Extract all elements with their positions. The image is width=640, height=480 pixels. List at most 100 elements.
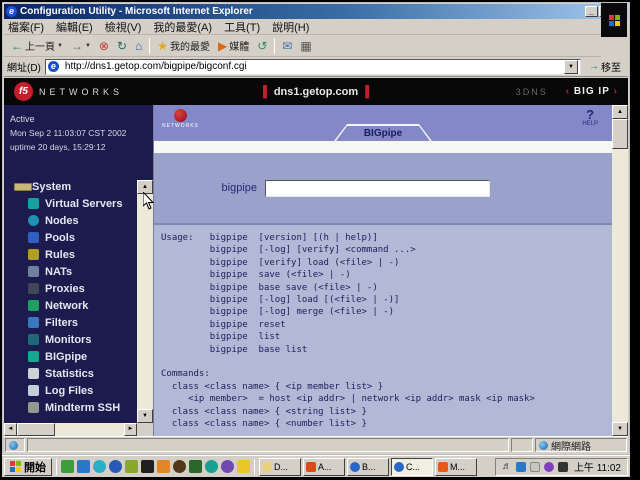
sidebar-item-virtual-servers[interactable]: Virtual Servers bbox=[4, 195, 137, 212]
start-windows-flag-icon bbox=[10, 461, 21, 472]
windows-taskbar: 開始 D... A... B... C... M... ♬ 上午 11:02 bbox=[2, 455, 630, 477]
forward-icon: → bbox=[70, 38, 83, 53]
scrollbar-thumb[interactable] bbox=[17, 423, 55, 436]
sidebar-item-monitors[interactable]: Monitors bbox=[4, 331, 137, 348]
quicklaunch-icon-8[interactable] bbox=[173, 460, 186, 473]
content-vertical-scrollbar[interactable]: ▲ ▼ bbox=[612, 105, 628, 436]
sidebar-item-label: Network bbox=[45, 299, 89, 312]
media-button[interactable]: ▶ 媒體 bbox=[214, 36, 253, 55]
page-icon: e bbox=[47, 61, 59, 72]
menu-favorites[interactable]: 我的最愛(A) bbox=[153, 19, 212, 35]
log-files-icon bbox=[28, 385, 39, 396]
minimize-button[interactable]: _ bbox=[585, 6, 598, 17]
tab-label: BIGpipe bbox=[336, 126, 430, 141]
sidebar-item-pools[interactable]: Pools bbox=[4, 229, 137, 246]
help-button[interactable]: ? HELP bbox=[582, 108, 598, 127]
tray-icon-4[interactable] bbox=[557, 461, 568, 472]
address-label: 網址(D) bbox=[7, 63, 41, 74]
url-input[interactable] bbox=[64, 61, 561, 72]
quicklaunch-icon-3[interactable] bbox=[93, 460, 106, 473]
bigpipe-command-input[interactable] bbox=[265, 179, 490, 197]
scroll-left-icon[interactable]: ◄ bbox=[4, 423, 17, 436]
task-button-3[interactable]: B... bbox=[347, 457, 389, 476]
quicklaunch-icon-10[interactable] bbox=[205, 460, 218, 473]
sidebar-item-system[interactable]: System bbox=[4, 178, 137, 195]
back-button[interactable]: ← 上一頁 ▼ bbox=[7, 36, 67, 55]
stop-button[interactable]: ⊗ bbox=[95, 38, 113, 54]
quicklaunch-icon-6[interactable] bbox=[141, 460, 154, 473]
scroll-down-icon[interactable]: ▼ bbox=[137, 409, 153, 423]
sidebar-horizontal-scrollbar[interactable]: ◄ ► bbox=[4, 423, 137, 436]
start-label: 開始 bbox=[24, 461, 46, 474]
sidebar-item-proxies[interactable]: Proxies bbox=[4, 280, 137, 297]
scrollbar-track[interactable] bbox=[137, 194, 153, 409]
taskbar-separator bbox=[254, 458, 255, 475]
screen: e Configuration Utility - Microsoft Inte… bbox=[0, 0, 640, 480]
system-status: Active Mon Sep 2 11:03:07 CST 2002 uptim… bbox=[4, 105, 137, 154]
pools-icon bbox=[28, 232, 39, 243]
forward-dropdown-icon[interactable]: ▼ bbox=[85, 43, 91, 49]
forward-button[interactable]: → ▼ bbox=[67, 38, 95, 54]
menu-edit[interactable]: 編輯(E) bbox=[56, 19, 93, 35]
task-label: D... bbox=[274, 461, 289, 472]
scroll-right-icon[interactable]: ► bbox=[124, 423, 137, 436]
usage-text: Usage: bigpipe [version] [(h | help)] bi… bbox=[161, 233, 535, 430]
task-button-4-active[interactable]: C... bbox=[391, 457, 433, 476]
nav-sidebar: Active Mon Sep 2 11:03:07 CST 2002 uptim… bbox=[4, 105, 137, 436]
url-dropdown-icon[interactable]: ▼ bbox=[564, 59, 578, 74]
task-icon bbox=[306, 461, 316, 472]
quicklaunch-icon-2[interactable] bbox=[77, 460, 90, 473]
sidebar-item-nodes[interactable]: Nodes bbox=[4, 212, 137, 229]
print-button[interactable]: ▦ bbox=[296, 38, 315, 54]
refresh-button[interactable]: ↻ bbox=[113, 38, 131, 54]
tray-icon-3[interactable] bbox=[543, 461, 554, 472]
nats-icon bbox=[28, 266, 39, 277]
sidebar-item-filters[interactable]: Filters bbox=[4, 314, 137, 331]
task-button-2[interactable]: A... bbox=[303, 457, 345, 476]
menu-view[interactable]: 檢視(V) bbox=[105, 19, 142, 35]
scrollbar-track[interactable] bbox=[55, 423, 124, 436]
home-button[interactable]: ⌂ bbox=[131, 38, 146, 54]
task-icon bbox=[350, 461, 360, 472]
quicklaunch-icon-12[interactable] bbox=[237, 460, 250, 473]
quicklaunch-icon-1[interactable] bbox=[61, 460, 74, 473]
quicklaunch-icon-5[interactable] bbox=[125, 460, 138, 473]
menu-file[interactable]: 檔案(F) bbox=[8, 19, 44, 35]
taskbar-clock[interactable]: 上午 11:02 bbox=[574, 459, 621, 474]
windows-flag-icon bbox=[608, 14, 620, 26]
menu-help[interactable]: 說明(H) bbox=[272, 19, 309, 35]
scrollbar-thumb[interactable] bbox=[612, 119, 628, 149]
scroll-down-icon[interactable]: ▼ bbox=[612, 422, 628, 436]
start-button[interactable]: 開始 bbox=[4, 457, 52, 476]
volume-icon[interactable]: ♬ bbox=[502, 461, 512, 472]
sidebar-item-bigpipe[interactable]: BIGpipe bbox=[4, 348, 137, 365]
back-dropdown-icon[interactable]: ▼ bbox=[57, 43, 63, 49]
scroll-up-icon[interactable]: ▲ bbox=[612, 105, 628, 119]
sidebar-item-log-files[interactable]: Log Files bbox=[4, 382, 137, 399]
toolbar-separator bbox=[274, 37, 276, 54]
tray-icon-1[interactable] bbox=[515, 461, 526, 472]
sidebar-item-mindterm-ssh[interactable]: Mindterm SSH bbox=[4, 399, 137, 416]
tab-bigpipe[interactable]: BIGpipe bbox=[334, 124, 432, 141]
f5-small-logo: NETWORKS bbox=[162, 109, 199, 129]
mail-button[interactable]: ✉ bbox=[278, 38, 296, 54]
sidebar-vertical-scrollbar[interactable]: ▲ ▼ bbox=[137, 105, 153, 436]
favorites-button[interactable]: ★ 我的最愛 bbox=[153, 36, 214, 55]
quicklaunch-icon-11[interactable] bbox=[221, 460, 234, 473]
task-button-1[interactable]: D... bbox=[259, 457, 301, 476]
quicklaunch-icon-4[interactable] bbox=[109, 460, 122, 473]
history-button[interactable]: ↺ bbox=[253, 38, 271, 54]
sidebar-item-nats[interactable]: NATs bbox=[4, 263, 137, 280]
tray-icon-2[interactable] bbox=[529, 461, 540, 472]
sidebar-item-network[interactable]: Network bbox=[4, 297, 137, 314]
quicklaunch-icon-7[interactable] bbox=[157, 460, 170, 473]
frameset: Active Mon Sep 2 11:03:07 CST 2002 uptim… bbox=[4, 105, 628, 436]
quicklaunch-icon-9[interactable] bbox=[189, 460, 202, 473]
go-icon: → bbox=[589, 61, 599, 72]
sidebar-item-statistics[interactable]: Statistics bbox=[4, 365, 137, 382]
scrollbar-track[interactable] bbox=[612, 149, 628, 422]
task-button-5[interactable]: M... bbox=[435, 457, 477, 476]
sidebar-item-rules[interactable]: Rules bbox=[4, 246, 137, 263]
go-button[interactable]: → 移至 bbox=[585, 58, 625, 75]
menu-tools[interactable]: 工具(T) bbox=[224, 19, 260, 35]
